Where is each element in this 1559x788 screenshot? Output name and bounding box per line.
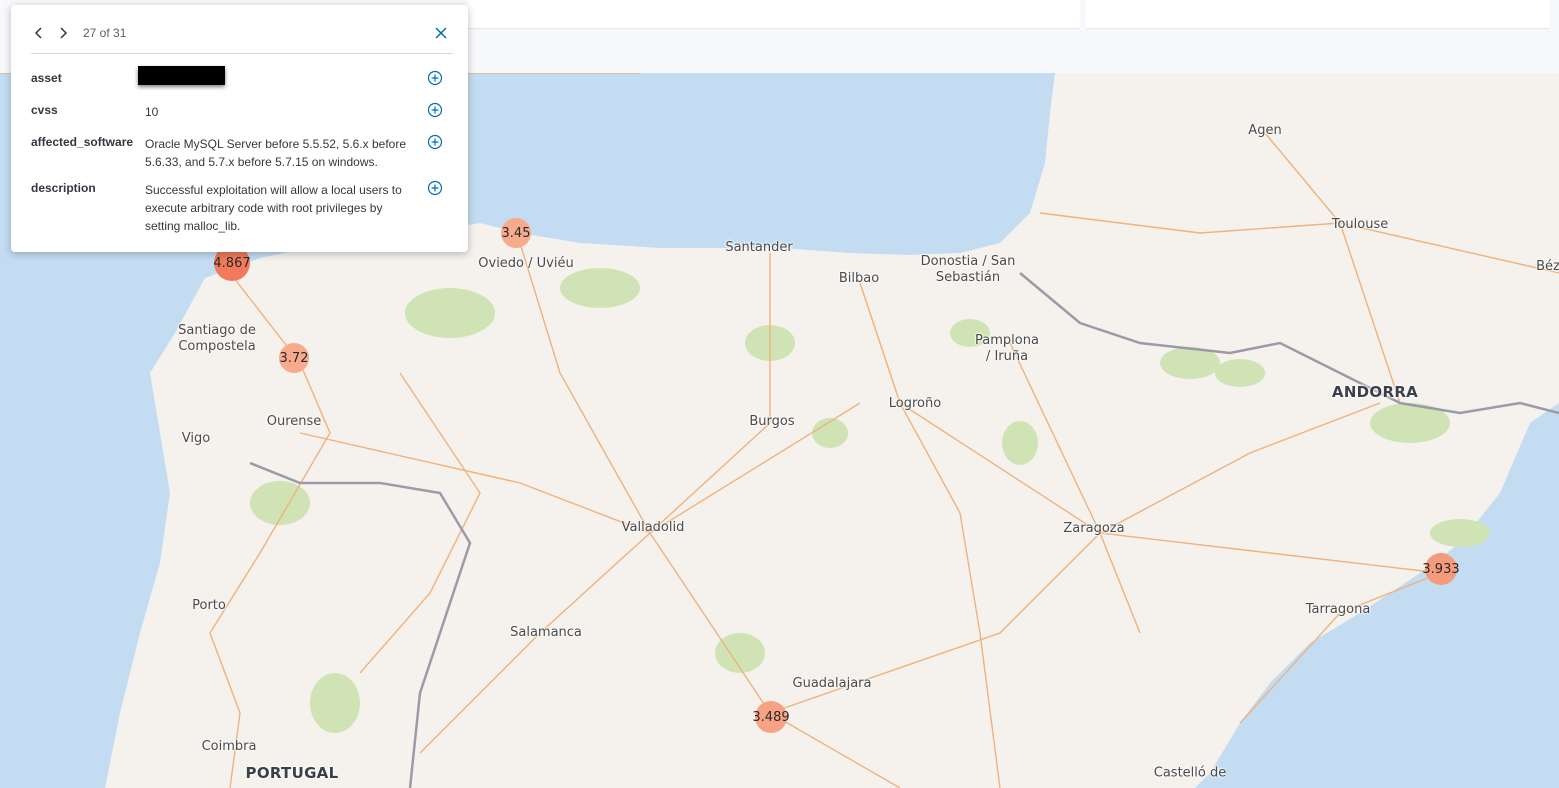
- field-value: Oracle MySQL Server before 5.5.52, 5.6.x…: [145, 137, 407, 169]
- label-ourense: Ourense: [266, 414, 322, 429]
- label-bez: Béz: [1536, 259, 1559, 274]
- chevron-left-icon[interactable]: [31, 25, 47, 41]
- field-key: affected_software: [31, 135, 134, 149]
- plus-circle-icon[interactable]: [427, 102, 443, 118]
- label-logrono: Logroño: [888, 396, 942, 411]
- label-oviedo: Oviedo / Uviéu: [478, 256, 574, 271]
- cluster-marker[interactable]: 3.72: [279, 343, 309, 373]
- label-castello: Castelló de la Plana: [1153, 765, 1227, 781]
- chevron-right-icon[interactable]: [55, 25, 71, 41]
- field-key: description: [31, 181, 96, 195]
- close-icon[interactable]: [433, 25, 449, 41]
- label-zaragoza: Zaragoza: [1063, 521, 1125, 536]
- field-key: cvss: [31, 103, 58, 117]
- field-value: 10: [145, 105, 159, 119]
- label-coimbra: Coimbra: [201, 739, 257, 754]
- cluster-marker[interactable]: 3.45: [501, 218, 531, 248]
- label-agen: Agen: [1248, 123, 1282, 138]
- label-valladolid: Valladolid: [621, 520, 685, 535]
- label-andorra: ANDORRA: [1331, 383, 1419, 401]
- cluster-marker[interactable]: 3.489: [752, 701, 790, 733]
- label-portugal: PORTUGAL: [245, 764, 339, 782]
- query-bar[interactable]: [468, 0, 1080, 29]
- label-santander: Santander: [725, 240, 793, 255]
- label-guadalajara: Guadalajara: [792, 676, 872, 691]
- label-salamanca: Salamanca: [510, 625, 582, 640]
- label-pamplona: Pamplona / Iruña: [975, 333, 1039, 364]
- feature-tooltip: 27 of 31 asset cvss 10 affected_software…: [11, 5, 468, 252]
- label-donostia: Donostia / San Sebastián: [920, 254, 1016, 285]
- filter-bar[interactable]: [1086, 0, 1550, 29]
- redacted-value: [138, 66, 414, 90]
- plus-circle-icon[interactable]: [427, 134, 443, 150]
- label-bilbao: Bilbao: [838, 271, 880, 286]
- plus-circle-icon[interactable]: [427, 180, 443, 196]
- label-porto: Porto: [192, 598, 226, 613]
- label-toulouse: Toulouse: [1331, 217, 1389, 232]
- label-vigo: Vigo: [181, 431, 211, 446]
- cluster-marker[interactable]: 3.933: [1422, 553, 1460, 585]
- tooltip-pagination: 27 of 31: [31, 21, 453, 54]
- plus-circle-icon[interactable]: [427, 70, 443, 86]
- page-counter: 27 of 31: [83, 26, 127, 40]
- field-key: asset: [31, 71, 62, 85]
- field-value: Successful exploitation will allow a loc…: [145, 183, 402, 233]
- label-santiago: Santiago de Compostela: [178, 323, 256, 354]
- label-tarragona: Tarragona: [1305, 602, 1371, 617]
- label-burgos: Burgos: [749, 414, 795, 429]
